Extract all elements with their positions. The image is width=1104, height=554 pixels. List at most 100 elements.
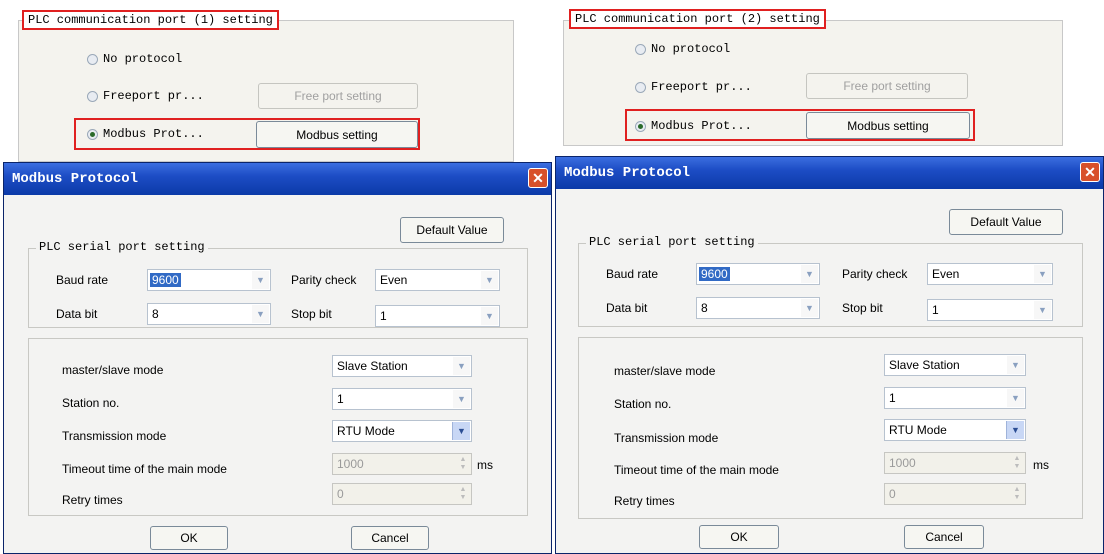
timeout-value: 1000 [337, 457, 364, 471]
chevron-down-icon[interactable]: ▼ [453, 390, 470, 408]
chevron-down-icon[interactable]: ▼ [1007, 389, 1024, 407]
radio-button[interactable] [635, 43, 646, 55]
radio-modbus[interactable]: Modbus Prot... [87, 127, 204, 141]
radio-label: No protocol [103, 52, 183, 66]
transmission-select[interactable]: RTU Mode ▼ [884, 419, 1026, 441]
stop-bit-value: 1 [380, 309, 387, 323]
modbus-setting-button[interactable]: Modbus setting [806, 112, 970, 139]
baud-rate-select[interactable]: 9600 ▼ [696, 263, 820, 285]
radio-label: No protocol [651, 42, 731, 56]
baud-rate-select[interactable]: 9600 ▼ [147, 269, 271, 291]
chevron-down-icon[interactable]: ▼ [801, 299, 818, 317]
free-port-setting-button[interactable]: Free port setting [806, 73, 968, 99]
stop-bit-select[interactable]: 1 ▼ [927, 299, 1053, 321]
retry-spinner[interactable]: 0 ▲ ▼ [884, 483, 1026, 505]
chevron-down-icon[interactable]: ▼ [481, 271, 498, 289]
dialog-body: Default Value PLC serial port setting Ba… [556, 189, 1103, 553]
radio-button[interactable] [87, 128, 98, 140]
chevron-down-icon[interactable]: ▼ [801, 265, 818, 283]
radio-button[interactable] [635, 81, 646, 93]
timeout-value: 1000 [889, 456, 916, 470]
ok-button[interactable]: OK [699, 525, 779, 549]
close-icon[interactable]: ✕ [1080, 162, 1100, 182]
station-no-select[interactable]: 1 ▼ [332, 388, 472, 410]
timeout-unit: ms [1033, 458, 1049, 472]
data-bit-value: 8 [152, 307, 159, 321]
radio-button[interactable] [87, 53, 98, 65]
retry-spinner[interactable]: 0 ▲ ▼ [332, 483, 472, 505]
retry-label: Retry times [614, 494, 675, 508]
default-value-button[interactable]: Default Value [400, 217, 504, 243]
data-bit-label: Data bit [56, 307, 98, 321]
modbus-setting-button[interactable]: Modbus setting [256, 121, 418, 148]
station-no-value: 1 [889, 391, 896, 405]
ok-button[interactable]: OK [150, 526, 228, 550]
data-bit-select[interactable]: 8 ▼ [147, 303, 271, 325]
master-slave-select[interactable]: Slave Station ▼ [332, 355, 472, 377]
baud-rate-label: Baud rate [56, 273, 109, 287]
retry-label: Retry times [62, 493, 123, 507]
radio-label: Freeport pr... [651, 80, 752, 94]
parity-value: Even [932, 267, 960, 281]
chevron-down-icon[interactable]: ▼ [453, 357, 470, 375]
radio-freeport[interactable]: Freeport pr... [635, 80, 752, 94]
chevron-down-icon[interactable]: ▼ [452, 422, 470, 440]
spinner-arrows-icon[interactable]: ▲ ▼ [456, 455, 470, 473]
dialog-titlebar[interactable]: Modbus Protocol ✕ [556, 157, 1103, 189]
free-port-setting-button[interactable]: Free port setting [258, 83, 418, 109]
timeout-spinner[interactable]: 1000 ▲ ▼ [884, 452, 1026, 474]
cancel-button[interactable]: Cancel [904, 525, 984, 549]
radio-modbus[interactable]: Modbus Prot... [635, 119, 752, 133]
timeout-label: Timeout time of the main mode [614, 463, 779, 477]
baud-rate-value: 9600 [150, 273, 181, 287]
spinner-arrows-icon[interactable]: ▲ ▼ [1010, 454, 1024, 472]
radio-label: Modbus Prot... [103, 127, 204, 141]
radio-label: Freeport pr... [103, 89, 204, 103]
radio-button[interactable] [635, 120, 646, 132]
station-no-select[interactable]: 1 ▼ [884, 387, 1026, 409]
spinner-arrows-icon[interactable]: ▲ ▼ [1010, 485, 1024, 503]
radio-button[interactable] [87, 90, 98, 102]
parity-label: Parity check [291, 273, 357, 287]
stop-bit-value: 1 [932, 303, 939, 317]
master-slave-label: master/slave mode [62, 363, 164, 377]
master-slave-select[interactable]: Slave Station ▼ [884, 354, 1026, 376]
master-slave-label: master/slave mode [614, 364, 716, 378]
timeout-spinner[interactable]: 1000 ▲ ▼ [332, 453, 472, 475]
data-bit-value: 8 [701, 301, 708, 315]
master-slave-value: Slave Station [337, 359, 408, 373]
chevron-down-icon[interactable]: ▼ [1034, 265, 1051, 283]
retry-value: 0 [337, 487, 344, 501]
chevron-down-icon[interactable]: ▼ [1007, 356, 1024, 374]
serial-group-title: PLC serial port setting [36, 240, 208, 254]
data-bit-label: Data bit [606, 301, 648, 315]
chevron-down-icon[interactable]: ▼ [252, 305, 269, 323]
parity-select[interactable]: Even ▼ [375, 269, 500, 291]
transmission-select[interactable]: RTU Mode ▼ [332, 420, 472, 442]
port-title: PLC communication port (2) setting [569, 9, 826, 29]
close-icon[interactable]: ✕ [528, 168, 548, 188]
timeout-label: Timeout time of the main mode [62, 462, 227, 476]
radio-no-protocol[interactable]: No protocol [87, 52, 182, 66]
stop-bit-select[interactable]: 1 ▼ [375, 305, 500, 327]
parity-select[interactable]: Even ▼ [927, 263, 1053, 285]
radio-freeport[interactable]: Freeport pr... [87, 89, 204, 103]
stop-bit-label: Stop bit [291, 307, 332, 321]
baud-rate-value: 9600 [699, 267, 730, 281]
radio-label: Modbus Prot... [651, 119, 752, 133]
cancel-button[interactable]: Cancel [351, 526, 429, 550]
spinner-arrows-icon[interactable]: ▲ ▼ [456, 485, 470, 503]
default-value-button[interactable]: Default Value [949, 209, 1063, 235]
port-1-panel: PLC communication port (1) setting No pr… [0, 0, 552, 554]
transmission-value: RTU Mode [337, 424, 395, 438]
chevron-down-icon[interactable]: ▼ [1034, 301, 1051, 319]
parity-value: Even [380, 273, 408, 287]
radio-no-protocol[interactable]: No protocol [635, 42, 730, 56]
dialog-titlebar[interactable]: Modbus Protocol ✕ [4, 163, 551, 195]
chevron-down-icon[interactable]: ▼ [252, 271, 269, 289]
chevron-down-icon[interactable]: ▼ [1006, 421, 1024, 439]
data-bit-select[interactable]: 8 ▼ [696, 297, 820, 319]
modbus-dialog: Modbus Protocol ✕ Default Value PLC seri… [555, 156, 1104, 554]
transmission-value: RTU Mode [889, 423, 947, 437]
chevron-down-icon[interactable]: ▼ [481, 307, 498, 325]
